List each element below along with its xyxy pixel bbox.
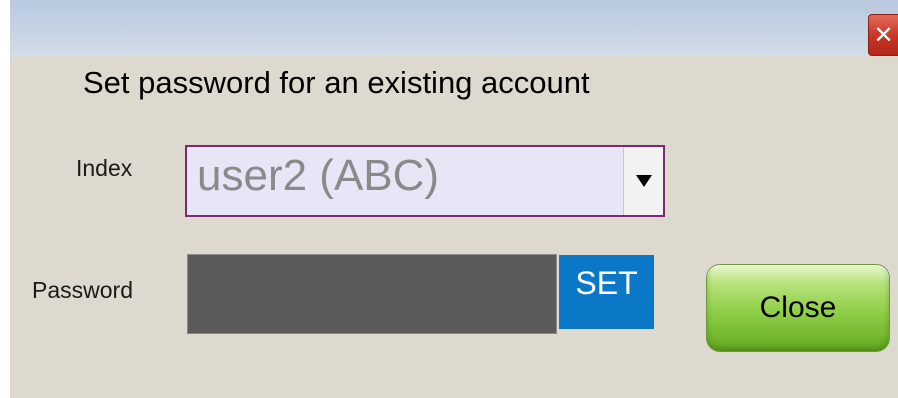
dropdown-button[interactable]	[623, 147, 663, 215]
left-margin	[0, 0, 10, 398]
set-button[interactable]: SET	[559, 255, 654, 329]
title-bar[interactable]: ✕	[10, 0, 898, 56]
close-icon: ✕	[873, 21, 894, 49]
password-label: Password	[32, 277, 133, 303]
triangle-down-icon	[635, 175, 652, 187]
window-close-button[interactable]: ✕	[868, 14, 898, 56]
password-field[interactable]	[187, 254, 557, 334]
index-label: Index	[76, 155, 133, 181]
dialog-heading: Set password for an existing account	[83, 65, 590, 100]
dialog-body: Set password for an existing account Ind…	[10, 56, 898, 398]
dialog-window: ✕ Set password for an existing account I…	[0, 0, 898, 398]
index-dropdown[interactable]: user2 (ABC)	[185, 145, 665, 217]
close-button[interactable]: Close	[706, 264, 890, 352]
index-selected-value: user2 (ABC)	[197, 151, 440, 200]
